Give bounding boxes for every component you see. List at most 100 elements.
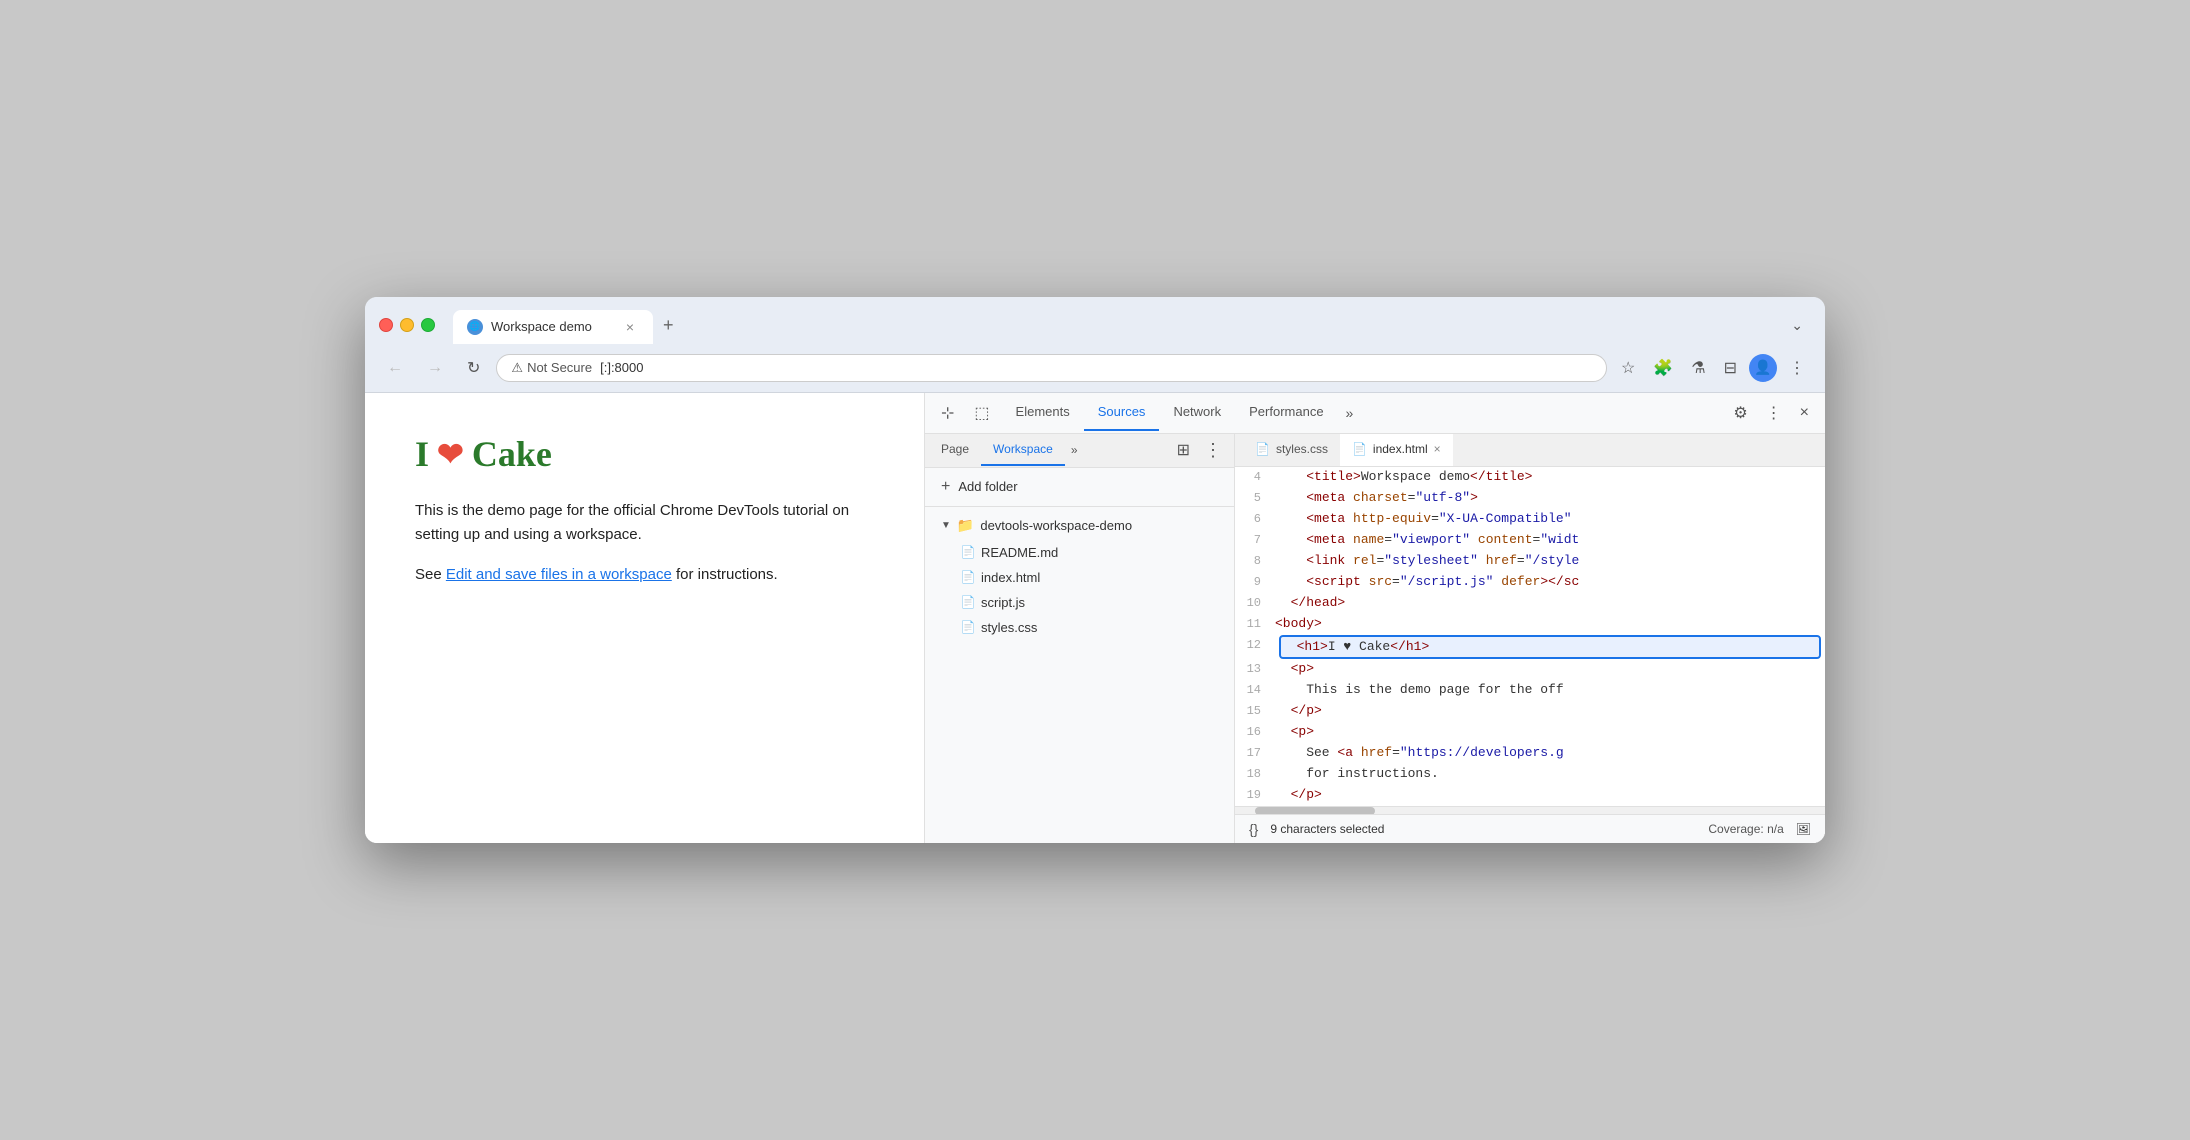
code-tab-styles-label: styles.css bbox=[1276, 442, 1328, 456]
sidebar-button[interactable]: ⊟ bbox=[1718, 352, 1743, 384]
file-readme[interactable]: 📄 README.md bbox=[925, 540, 1234, 565]
devtools-panel: ⊹ ⬚ Elements Sources Network Performance… bbox=[925, 393, 1825, 844]
line-num-16: 16 bbox=[1235, 722, 1275, 742]
code-line-9: 9 <script src="/script.js" defer></sc bbox=[1235, 572, 1825, 593]
device-toggle-button[interactable]: ⬚ bbox=[966, 393, 997, 433]
code-line-5: 5 <meta charset="utf-8"> bbox=[1235, 488, 1825, 509]
code-tab-index-icon: 📄 bbox=[1352, 442, 1367, 456]
line-content-13: <p> bbox=[1275, 659, 1825, 680]
paragraph-1-text: This is the demo page for the official C… bbox=[415, 502, 849, 543]
code-tab-index-label: index.html bbox=[1373, 442, 1428, 456]
devtools-toolbar: ⊹ ⬚ Elements Sources Network Performance… bbox=[925, 393, 1825, 434]
browser-tab-active[interactable]: 🌐 Workspace demo × bbox=[453, 310, 653, 344]
code-tab-index[interactable]: 📄 index.html × bbox=[1340, 434, 1453, 466]
page-content: I ❤ Cake This is the demo page for the o… bbox=[365, 393, 925, 844]
page-heading: I ❤ Cake bbox=[415, 433, 874, 475]
folder-icon: 📁 bbox=[957, 517, 974, 534]
heading-cake: Cake bbox=[472, 433, 552, 475]
file-styles-css[interactable]: 📄 styles.css bbox=[925, 615, 1234, 640]
horizontal-scrollbar[interactable] bbox=[1235, 806, 1825, 814]
tab-dropdown-button[interactable]: ⌄ bbox=[1783, 309, 1811, 342]
page-paragraph-2: See Edit and save files in a workspace f… bbox=[415, 563, 874, 587]
code-line-12: 12 <h1>I ♥ Cake</h1> bbox=[1235, 635, 1825, 660]
file-name-js: script.js bbox=[981, 595, 1025, 610]
file-script-js[interactable]: 📄 script.js bbox=[925, 590, 1234, 615]
url-text: [:]:8000 bbox=[600, 360, 643, 375]
code-tab-index-close[interactable]: × bbox=[1434, 442, 1441, 456]
devtools-tabs: Elements Sources Network Performance » bbox=[1002, 394, 1722, 431]
minimize-traffic-light[interactable] bbox=[400, 318, 414, 332]
close-traffic-light[interactable] bbox=[379, 318, 393, 332]
line-content-12-highlighted: <h1>I ♥ Cake</h1> bbox=[1279, 635, 1821, 660]
devtools-statusbar: {} 9 characters selected Coverage: n/a 🖼 bbox=[1235, 814, 1825, 843]
back-button[interactable]: ← bbox=[379, 355, 411, 381]
forward-button[interactable]: → bbox=[419, 355, 451, 381]
line-num-17: 17 bbox=[1235, 743, 1275, 763]
paragraph-2-post: for instructions. bbox=[672, 566, 778, 583]
add-folder-button[interactable]: + Add folder bbox=[925, 468, 1234, 507]
code-line-18: 18 for instructions. bbox=[1235, 764, 1825, 785]
screenshot-icon[interactable]: 🖼 bbox=[1796, 822, 1811, 836]
address-bar[interactable]: ⚠ Not Secure [:]:8000 bbox=[496, 354, 1607, 382]
tab-close-button[interactable]: × bbox=[621, 318, 639, 336]
folder-devtools-workspace-demo[interactable]: ▼ 📁 devtools-workspace-demo bbox=[925, 511, 1234, 540]
line-content-18: for instructions. bbox=[1275, 764, 1825, 785]
code-tab-styles[interactable]: 📄 styles.css bbox=[1243, 434, 1340, 466]
file-nav-tab-workspace[interactable]: Workspace bbox=[981, 434, 1065, 466]
devtools-more-button[interactable]: ⋮ bbox=[1758, 393, 1790, 433]
fullscreen-traffic-light[interactable] bbox=[421, 318, 435, 332]
code-tab-styles-icon: 📄 bbox=[1255, 442, 1270, 456]
paragraph-2-pre: See bbox=[415, 566, 446, 583]
file-icon-css: 📄 bbox=[961, 620, 975, 634]
file-nav-tabs: Page Workspace » ⊞ ⋮ bbox=[925, 434, 1234, 468]
folder-label: devtools-workspace-demo bbox=[980, 518, 1132, 533]
file-index-html[interactable]: 📄 index.html bbox=[925, 565, 1234, 590]
not-secure-text: Not Secure bbox=[527, 360, 592, 375]
file-nav-sidebar-toggle[interactable]: ⊞ bbox=[1171, 434, 1196, 466]
chrome-menu-button[interactable]: ⋮ bbox=[1783, 352, 1811, 384]
tab-network[interactable]: Network bbox=[1159, 394, 1235, 431]
code-line-17: 17 See <a href="https://developers.g bbox=[1235, 743, 1825, 764]
code-line-4: 4 <title>Workspace demo</title> bbox=[1235, 467, 1825, 488]
tab-sources[interactable]: Sources bbox=[1084, 394, 1160, 431]
file-name-css: styles.css bbox=[981, 620, 1037, 635]
reload-button[interactable]: ↻ bbox=[459, 354, 488, 382]
devtools-toolbar-right: ⚙ ⋮ × bbox=[1725, 393, 1817, 433]
tab-elements[interactable]: Elements bbox=[1002, 394, 1084, 431]
line-num-15: 15 bbox=[1235, 701, 1275, 721]
profile-avatar[interactable]: 👤 bbox=[1749, 354, 1777, 382]
devtools-settings-button[interactable]: ⚙ bbox=[1725, 393, 1755, 433]
line-num-19: 19 bbox=[1235, 785, 1275, 805]
lab-button[interactable]: ⚗ bbox=[1685, 352, 1711, 384]
code-content[interactable]: 4 <title>Workspace demo</title> 5 <meta … bbox=[1235, 467, 1825, 807]
line-content-17: See <a href="https://developers.g bbox=[1275, 743, 1825, 764]
workspace-link[interactable]: Edit and save files in a workspace bbox=[446, 566, 672, 583]
code-line-7: 7 <meta name="viewport" content="widt bbox=[1235, 530, 1825, 551]
extensions-button[interactable]: 🧩 bbox=[1647, 352, 1679, 384]
line-content-10: </head> bbox=[1275, 593, 1825, 614]
devtools-tabs-more[interactable]: » bbox=[1338, 395, 1362, 431]
line-num-9: 9 bbox=[1235, 572, 1275, 592]
title-bar: 🌐 Workspace demo × + ⌄ bbox=[365, 297, 1825, 344]
pretty-print-icon[interactable]: {} bbox=[1249, 821, 1258, 837]
inspector-toggle-button[interactable]: ⊹ bbox=[933, 393, 962, 433]
line-content-9: <script src="/script.js" defer></sc bbox=[1275, 572, 1825, 593]
code-line-15: 15 </p> bbox=[1235, 701, 1825, 722]
page-body: This is the demo page for the official C… bbox=[415, 499, 874, 587]
browser-window: 🌐 Workspace demo × + ⌄ ← → ↻ ⚠ Not Secur… bbox=[365, 297, 1825, 844]
line-content-16: <p> bbox=[1275, 722, 1825, 743]
file-nav-tab-page[interactable]: Page bbox=[929, 434, 981, 466]
new-tab-button[interactable]: + bbox=[653, 307, 684, 344]
devtools-close-button[interactable]: × bbox=[1792, 394, 1817, 432]
file-nav-more[interactable]: » bbox=[1065, 435, 1084, 465]
file-icon-readme: 📄 bbox=[961, 545, 975, 559]
line-num-6: 6 bbox=[1235, 509, 1275, 529]
tab-performance[interactable]: Performance bbox=[1235, 394, 1337, 431]
tab-title: Workspace demo bbox=[491, 319, 592, 334]
line-num-5: 5 bbox=[1235, 488, 1275, 508]
nav-bar: ← → ↻ ⚠ Not Secure [:]:8000 ☆ 🧩 ⚗ ⊟ 👤 ⋮ bbox=[365, 344, 1825, 393]
file-nav-more-btn[interactable]: ⋮ bbox=[1196, 434, 1230, 467]
line-content-11: <body> bbox=[1275, 614, 1825, 635]
bookmark-button[interactable]: ☆ bbox=[1615, 352, 1641, 384]
tab-favicon: 🌐 bbox=[467, 319, 483, 335]
